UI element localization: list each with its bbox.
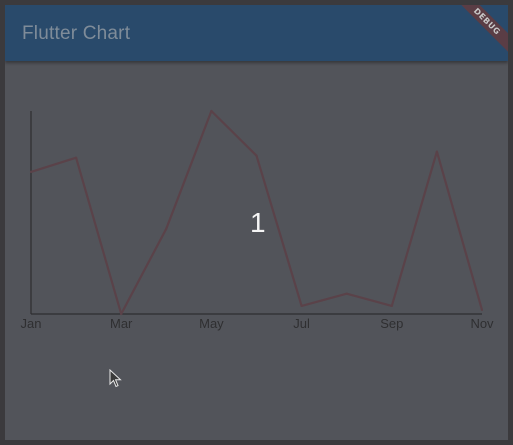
chart-x-ticks: Jan Mar May Jul Sep Nov <box>21 316 495 331</box>
debug-banner: DEBUG <box>451 5 508 57</box>
x-tick-label-jul: Jul <box>293 316 310 331</box>
line-chart: Jan Mar May Jul Sep Nov 1 <box>5 61 508 440</box>
app-title: Flutter Chart <box>22 23 131 44</box>
data-point-nov <box>480 308 484 312</box>
data-point-jul <box>300 304 303 307</box>
app-window: Flutter Chart DEBUG Jan Mar May Jul Sep Nov 1 <box>5 5 508 440</box>
data-point-aug <box>345 292 348 295</box>
data-point-mar <box>120 312 123 316</box>
data-point-may <box>210 109 213 113</box>
mouse-cursor-icon <box>109 369 122 388</box>
data-point-oct <box>435 150 438 153</box>
data-point-feb <box>75 156 78 159</box>
data-point-sep <box>390 304 393 307</box>
line-chart-svg: Jan Mar May Jul Sep Nov <box>21 109 495 331</box>
app-bar: Flutter Chart DEBUG <box>5 5 508 61</box>
data-point-apr <box>165 227 168 230</box>
x-tick-label-sep: Sep <box>380 316 403 331</box>
x-tick-label-may: May <box>199 316 224 331</box>
x-tick-label-jan: Jan <box>21 316 42 331</box>
x-tick-label-mar: Mar <box>110 316 133 331</box>
chart-center-label: 1 <box>250 207 266 238</box>
data-point-jun <box>255 154 258 157</box>
x-tick-label-nov: Nov <box>470 316 494 331</box>
data-point-jan <box>29 170 33 173</box>
